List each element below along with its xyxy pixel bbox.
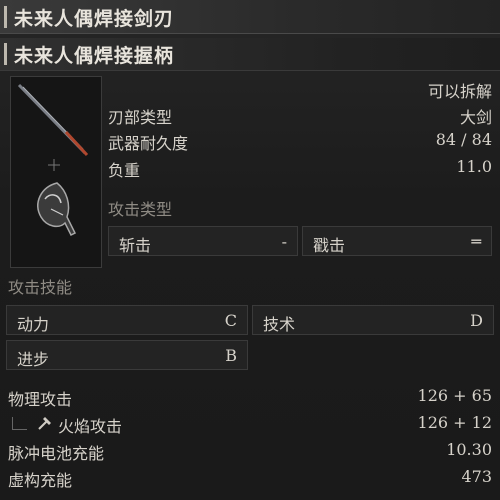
- skill-advance-grade: B: [225, 346, 237, 365]
- slash-label: 斩击: [119, 236, 152, 255]
- fire-label: 火焰攻击: [58, 417, 123, 436]
- attack-type-label: 攻击类型: [108, 200, 173, 219]
- fire-value: 126 + 12: [417, 413, 492, 432]
- skill-motivity-label: 动力: [17, 315, 50, 334]
- attack-skills-label: 攻击技能: [8, 278, 73, 297]
- handle-title-bar: 未来人偶焊接握柄: [0, 38, 500, 71]
- attack-type-thrust: 戳击 ═: [302, 226, 492, 256]
- detachable-text: 可以拆解: [427, 82, 492, 101]
- skill-technique-grade: D: [470, 311, 483, 330]
- skill-advance-label: 进步: [17, 350, 50, 369]
- fable-value: 473: [461, 467, 492, 486]
- physical-label: 物理攻击: [8, 390, 73, 409]
- weapon-preview: [10, 76, 102, 268]
- fire-hammer-icon: [36, 415, 54, 435]
- subtitle-marker: [4, 43, 7, 65]
- skill-motivity-grade: C: [224, 311, 237, 330]
- fable-label: 虚构充能: [8, 471, 73, 490]
- blade-type-label: 刃部类型: [108, 108, 173, 127]
- skill-motivity: 动力 C: [6, 305, 248, 335]
- stat-fire: 火焰攻击 126 + 12: [8, 413, 492, 436]
- weight-label: 负重: [108, 161, 141, 180]
- title-marker: [4, 6, 7, 28]
- pulse-value: 10.30: [446, 440, 492, 459]
- thrust-label: 戳击: [313, 236, 346, 255]
- skill-advance: 进步 B: [6, 340, 248, 370]
- slash-value: -: [281, 232, 287, 251]
- durability-label: 武器耐久度: [108, 134, 189, 153]
- blade-type-value: 大剑: [459, 108, 492, 127]
- weapon-title-bar: 未来人偶焊接剑刃: [0, 0, 500, 34]
- weapon-detail-panel: 未来人偶焊接剑刃 未来人偶焊接握柄 可以拆解 刃部类型 大剑 武器耐久度 84 …: [0, 0, 500, 500]
- durability-value: 84 / 84: [435, 130, 492, 149]
- physical-value: 126 + 65: [417, 386, 492, 405]
- stat-pulse-charge: 脉冲电池充能 10.30: [8, 440, 492, 463]
- weight-value: 11.0: [456, 157, 492, 176]
- stat-physical: 物理攻击 126 + 65: [8, 386, 492, 409]
- skill-technique-label: 技术: [263, 315, 296, 334]
- weapon-image-icon: [17, 83, 89, 237]
- stat-fable-charge: 虚构充能 473: [8, 467, 492, 490]
- thrust-value: ═: [471, 232, 481, 251]
- skill-technique: 技术 D: [252, 305, 494, 335]
- attack-type-slash: 斩击 -: [108, 226, 298, 256]
- handle-title: 未来人偶焊接握柄: [14, 45, 175, 67]
- pulse-label: 脉冲电池充能: [8, 444, 105, 463]
- weapon-title: 未来人偶焊接剑刃: [14, 8, 175, 30]
